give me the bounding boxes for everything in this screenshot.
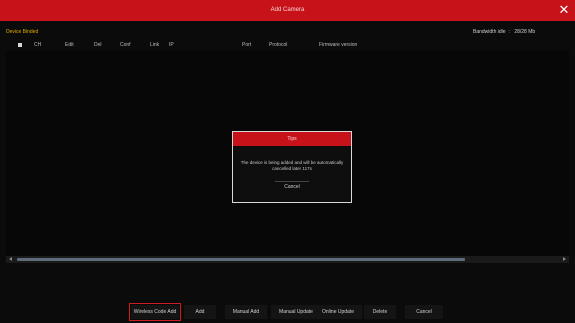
horizontal-scrollbar[interactable] bbox=[6, 256, 569, 263]
bandwidth-label: Bandwidth idle bbox=[473, 29, 506, 35]
dialog-message: The device is being added and will be au… bbox=[240, 160, 344, 171]
scrollbar-thumb[interactable] bbox=[17, 258, 465, 261]
cancel-button[interactable]: Cancel bbox=[405, 305, 443, 319]
wireless-code-add-button[interactable]: Wireless Code Add bbox=[129, 303, 181, 321]
select-all-checkbox[interactable] bbox=[18, 43, 22, 47]
header-firmware-version[interactable]: Firmware version bbox=[319, 40, 357, 51]
online-update-button[interactable]: Online Update bbox=[314, 305, 362, 319]
close-icon[interactable]: ✕ bbox=[555, 2, 573, 19]
device-binded-label: Device Binded bbox=[6, 29, 39, 35]
dialog-cancel-button[interactable]: Cancel bbox=[275, 181, 309, 192]
header-protocol[interactable]: Protocol bbox=[269, 40, 287, 51]
title-bar: Add Camera ✕ bbox=[0, 0, 575, 21]
delete-button[interactable]: Delete bbox=[364, 305, 396, 319]
bandwidth-info: Bandwidth idle: 28/28 Mb bbox=[473, 27, 538, 37]
table-header: CH Edit Del Conf Link IP Port Protocol F… bbox=[6, 40, 569, 51]
dialog-title: Tips bbox=[233, 132, 351, 146]
bottom-toolbar: Wireless Code Add Add Manual Add Manual … bbox=[0, 297, 575, 323]
bandwidth-value: 28/28 Mb bbox=[514, 29, 536, 35]
window-title: Add Camera bbox=[270, 7, 305, 13]
scroll-left-icon[interactable] bbox=[9, 257, 12, 261]
header-ip[interactable]: IP bbox=[169, 40, 174, 51]
scroll-right-icon[interactable] bbox=[563, 257, 566, 261]
add-button[interactable]: Add bbox=[184, 305, 216, 319]
manual-add-button[interactable]: Manual Add bbox=[225, 305, 267, 319]
header-link[interactable]: Link bbox=[150, 40, 159, 51]
header-del[interactable]: Del bbox=[94, 40, 102, 51]
header-ch[interactable]: CH bbox=[34, 40, 41, 51]
bandwidth-separator: : bbox=[508, 29, 510, 35]
header-edit[interactable]: Edit bbox=[65, 40, 74, 51]
tips-dialog: Tips The device is being added and will … bbox=[232, 131, 352, 203]
header-conf[interactable]: Conf bbox=[120, 40, 131, 51]
header-port[interactable]: Port bbox=[242, 40, 251, 51]
